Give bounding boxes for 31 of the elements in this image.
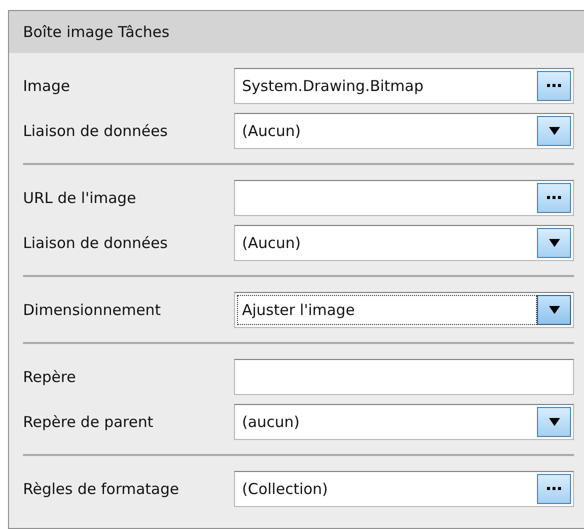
field-label: Repère: [23, 366, 77, 388]
input-field[interactable]: System.Drawing.Bitmap: [234, 68, 574, 104]
input-field[interactable]: [234, 180, 574, 216]
dropdown-field[interactable]: (aucun): [234, 404, 574, 440]
caret-icon: [548, 127, 560, 135]
dropdown-button[interactable]: [537, 407, 571, 437]
panel-title: Boîte image Tâches: [23, 22, 170, 43]
caret-icon: [548, 239, 560, 247]
field-label: URL de l'image: [23, 188, 138, 209]
field-label: Dimensionnement: [23, 300, 162, 321]
dropdown-field[interactable]: Ajuster l'image: [234, 292, 574, 328]
field-label: Règles de formatage: [23, 478, 180, 500]
input-field[interactable]: (Collection): [234, 471, 574, 507]
field-label: Liaison de données: [23, 232, 169, 254]
dropdown-button[interactable]: [537, 228, 571, 258]
field-label: Liaison de données: [23, 120, 169, 142]
dropdown-button[interactable]: [537, 116, 571, 146]
ellipsis-icon: [547, 487, 561, 491]
browse-button[interactable]: [537, 474, 571, 504]
browse-button[interactable]: [537, 71, 571, 101]
caret-icon: [548, 306, 560, 314]
caret-icon: [548, 418, 560, 426]
browse-button[interactable]: [537, 183, 571, 213]
dropdown-button[interactable]: [537, 295, 571, 325]
field-label: Image: [23, 76, 71, 97]
ellipsis-icon: [547, 196, 561, 200]
field-label: Repère de parent: [23, 412, 154, 433]
ellipsis-icon: [547, 84, 561, 88]
dropdown-field[interactable]: (Aucun): [234, 225, 574, 261]
dropdown-field[interactable]: (Aucun): [234, 113, 574, 149]
input-field[interactable]: [234, 359, 574, 395]
